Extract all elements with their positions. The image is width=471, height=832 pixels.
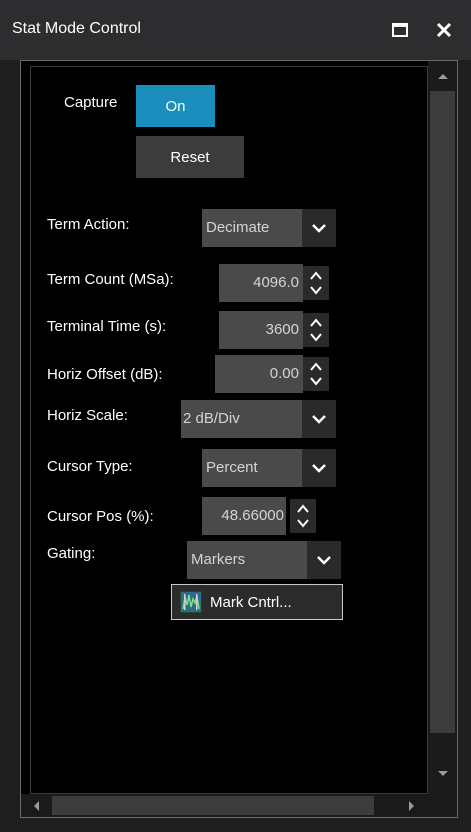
- chevron-down-icon[interactable]: [307, 541, 341, 579]
- term-count-stepper[interactable]: 4096.0: [219, 264, 329, 302]
- horiz-scale-label: Horiz Scale:: [47, 407, 128, 424]
- maximize-button[interactable]: [384, 14, 416, 46]
- terminal-time-spin-icon[interactable]: [303, 313, 329, 347]
- chevron-down-icon[interactable]: [302, 209, 336, 247]
- horiz-scale-value: 2 dB/Div: [183, 410, 240, 427]
- terminal-time-value[interactable]: 3600: [219, 311, 303, 349]
- scroll-up-arrow-icon[interactable]: [435, 68, 451, 84]
- cursor-pos-stepper[interactable]: 48.66000: [202, 497, 318, 535]
- term-count-label: Term Count (MSa):: [47, 271, 174, 288]
- term-count-spin-icon[interactable]: [303, 266, 329, 300]
- term-action-select[interactable]: Decimate: [202, 209, 336, 247]
- capture-on-button[interactable]: On: [136, 85, 215, 127]
- close-button[interactable]: [428, 14, 460, 46]
- gating-select[interactable]: Markers: [187, 541, 341, 579]
- term-action-label: Term Action:: [47, 216, 130, 233]
- horiz-offset-stepper[interactable]: 0.00: [215, 355, 329, 393]
- horiz-scale-select[interactable]: 2 dB/Div: [181, 400, 336, 438]
- term-action-value: Decimate: [206, 219, 270, 236]
- chevron-down-icon[interactable]: [302, 400, 336, 438]
- horizontal-scroll-thumb[interactable]: [52, 796, 374, 815]
- capture-label: Capture: [64, 94, 118, 111]
- maximize-icon: [392, 23, 408, 37]
- cursor-type-select[interactable]: Percent: [202, 449, 336, 487]
- term-count-value[interactable]: 4096.0: [219, 264, 303, 302]
- mark-control-label: Mark Cntrl...: [210, 593, 292, 611]
- mark-control-button[interactable]: Mark Cntrl...: [171, 584, 343, 620]
- terminal-time-label: Terminal Time (s):: [47, 318, 167, 335]
- marker-control-icon: [180, 591, 202, 613]
- cursor-pos-value[interactable]: 48.66000: [202, 497, 286, 535]
- cursor-type-label: Cursor Type:: [47, 458, 133, 475]
- gating-value: Markers: [191, 551, 246, 568]
- chevron-down-icon[interactable]: [302, 449, 336, 487]
- gating-label: Gating:: [47, 545, 96, 562]
- window-title: Stat Mode Control: [12, 20, 141, 37]
- terminal-time-stepper[interactable]: 3600: [219, 311, 329, 349]
- close-icon: [436, 22, 452, 38]
- horiz-offset-label: Horiz Offset (dB):: [47, 366, 163, 383]
- horiz-offset-spin-icon[interactable]: [303, 357, 329, 391]
- vertical-scroll-thumb[interactable]: [430, 91, 455, 733]
- cursor-pos-label: Cursor Pos (%):: [47, 508, 154, 525]
- reset-button[interactable]: Reset: [136, 136, 244, 178]
- cursor-pos-spin-icon[interactable]: [290, 499, 316, 533]
- scroll-left-arrow-icon[interactable]: [28, 798, 44, 814]
- horiz-offset-value[interactable]: 0.00: [215, 355, 303, 393]
- scroll-down-arrow-icon[interactable]: [435, 766, 451, 782]
- scroll-right-arrow-icon[interactable]: [404, 798, 420, 814]
- cursor-type-value: Percent: [206, 459, 258, 476]
